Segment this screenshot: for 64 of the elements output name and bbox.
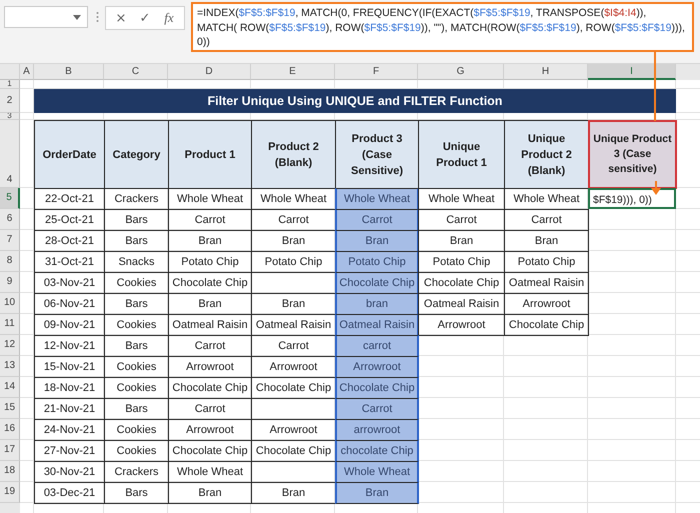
row-header[interactable]: 1	[0, 80, 20, 89]
table-cell: Carrot	[335, 398, 419, 420]
column-header[interactable]: F	[335, 64, 418, 80]
row-header[interactable]: 7	[0, 230, 20, 251]
table-cell: Chocolate Chip	[335, 272, 419, 294]
table-cell: Bran	[335, 230, 419, 252]
row-header[interactable]: 11	[0, 314, 20, 335]
row-header[interactable]: 19	[0, 482, 20, 503]
row-header[interactable]: 4	[0, 120, 20, 188]
table-cell: Arrowroot	[418, 314, 505, 336]
table-cell: Potato Chip	[335, 251, 419, 273]
caret-icon[interactable]	[73, 14, 81, 20]
row-header[interactable]: 2	[0, 89, 20, 113]
row-header[interactable]: 14	[0, 377, 20, 398]
table-cell: carrot	[335, 335, 419, 357]
row-header[interactable]: 9	[0, 272, 20, 293]
insert-function-button[interactable]: fx	[157, 7, 181, 29]
column-header[interactable]: G	[418, 64, 504, 80]
table-cell: arrowroot	[335, 419, 419, 441]
row-header[interactable]: 12	[0, 335, 20, 356]
table-cell: Oatmeal Raisin	[335, 314, 419, 336]
column-heading: Unique Product 1	[418, 120, 505, 189]
column-header[interactable]: E	[251, 64, 335, 80]
table-cell: 03-Dec-21	[34, 482, 105, 504]
column-header[interactable]: A	[20, 64, 34, 80]
table-cell: Bran	[335, 482, 419, 504]
table-cell: Arrowroot	[335, 356, 419, 378]
row-header[interactable]: 17	[0, 440, 20, 461]
enter-button[interactable]: ✓	[133, 7, 157, 29]
table-cell: chocolate Chip	[335, 440, 419, 462]
grip-icon	[96, 11, 99, 23]
column-header[interactable]: C	[104, 64, 168, 80]
column-heading: Unique Product 3 (Case sensitive)	[588, 120, 677, 189]
table-cell: Chocolate Chip	[335, 377, 419, 399]
column-heading: Category	[104, 120, 169, 189]
column-header[interactable]: I	[588, 64, 676, 80]
table-cell: Whole Wheat	[335, 188, 419, 210]
row-header[interactable]: 15	[0, 398, 20, 419]
column-heading: OrderDate	[34, 120, 105, 189]
row-header[interactable]: 13	[0, 356, 20, 377]
select-all-corner[interactable]	[0, 64, 20, 80]
row-header[interactable]: 8	[0, 251, 20, 272]
cancel-button[interactable]: ×	[109, 7, 133, 29]
column-heading: Product 1	[168, 120, 252, 189]
column-heading: Product 3 (Case Sensitive)	[335, 120, 419, 189]
table-cell: bran	[335, 293, 419, 315]
formula-field[interactable]: =INDEX($F$5:$F$19, MATCH(0, FREQUENCY(IF(EXACT($F$5:$F$19, TRANSPOSE($I$4:I4)), MATCH( ROW($F$5:$F$19), ROW($F$5:$F$19)), ""), MATCH(ROW($F$5:$F$19), ROW($F$5:$F$19))), 0))	[191, 2, 694, 52]
table-cell: Whole Wheat	[335, 461, 419, 483]
table-cell: Carrot	[335, 209, 419, 231]
row-header[interactable]: 16	[0, 419, 20, 440]
column-header[interactable]: D	[168, 64, 251, 80]
row-header[interactable]: 18	[0, 461, 20, 482]
column-heading: Unique Product 2 (Blank)	[504, 120, 589, 189]
row-header[interactable]: 5	[0, 188, 20, 209]
row-header[interactable]: 10	[0, 293, 20, 314]
title-banner: Filter Unique Using UNIQUE and FILTER Function	[34, 89, 676, 113]
active-cell[interactable]: $F$19))), 0))	[588, 188, 676, 209]
table-cell: Chocolate Chip	[504, 314, 589, 336]
column-header[interactable]: B	[34, 64, 104, 80]
column-header[interactable]: H	[504, 64, 588, 80]
down-arrow-icon	[651, 181, 661, 195]
callout-line	[654, 51, 656, 121]
column-heading: Product 2 (Blank)	[251, 120, 336, 189]
row-header[interactable]: 6	[0, 209, 20, 230]
